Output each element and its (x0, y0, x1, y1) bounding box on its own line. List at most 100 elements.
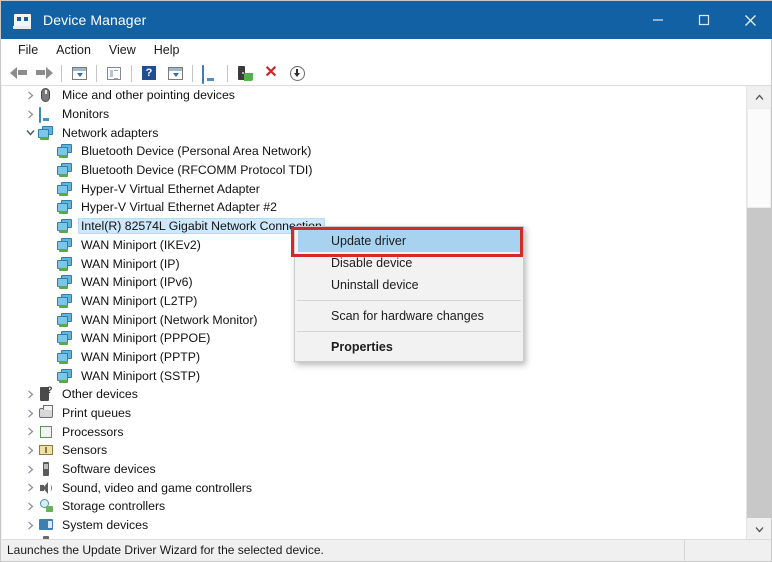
chevron-right-icon[interactable] (22, 498, 38, 514)
arrow-left-icon (9, 66, 27, 80)
chevron-down-icon[interactable] (22, 125, 38, 141)
tree-item[interactable]: Sensors (2, 441, 749, 460)
toolbar-separator (227, 64, 228, 82)
tree-item[interactable]: Hyper-V Virtual Ethernet Adapter #2 (2, 198, 749, 217)
tree-item-label: Network adapters (62, 125, 159, 140)
menu-action[interactable]: Action (47, 41, 100, 59)
menu-file[interactable]: File (9, 41, 47, 59)
uninstall-device-button[interactable]: ✕ (259, 62, 283, 84)
update-driver-icon (167, 66, 183, 80)
context-menu-item[interactable]: Disable device (295, 252, 523, 274)
network-adapter-icon (57, 218, 74, 234)
forward-button[interactable] (32, 62, 56, 84)
tree-item-label: Bluetooth Device (RFCOMM Protocol TDI) (81, 163, 313, 178)
scrollbar-thumb[interactable] (747, 108, 771, 208)
scan-for-hardware-changes-button[interactable] (198, 62, 222, 84)
tree-item-label: System devices (62, 518, 149, 533)
arrow-right-icon (35, 66, 53, 80)
chevron-right-icon[interactable] (22, 87, 38, 103)
printer-icon (38, 405, 55, 421)
network-adapter-icon (38, 125, 55, 141)
tree-item[interactable]: Mice and other pointing devices (2, 86, 749, 105)
chevron-right-icon[interactable] (22, 424, 38, 440)
toolbar-separator (96, 64, 97, 82)
tree-item-label: WAN Miniport (L2TP) (81, 293, 198, 308)
context-menu-item[interactable]: Update driver (298, 230, 520, 252)
enable-device-icon (237, 65, 253, 81)
console-tree-icon (71, 66, 87, 80)
network-adapter-icon (57, 143, 74, 159)
context-menu[interactable]: Update driver Disable device Uninstall dev… (294, 226, 524, 362)
sensor-icon (38, 442, 55, 458)
chevron-right-icon[interactable] (22, 442, 38, 458)
toolbar-separator (192, 64, 193, 82)
tree-item[interactable]: Hyper-V Virtual Ethernet Adapter (2, 179, 749, 198)
context-menu-item-label: Uninstall device (331, 278, 419, 292)
tree-item-label: Processors (62, 424, 124, 439)
tree-item[interactable]: Bluetooth Device (Personal Area Network) (2, 142, 749, 161)
tree-item[interactable]: Print queues (2, 404, 749, 423)
network-adapter-icon (57, 162, 74, 178)
tree-item[interactable]: ? Other devices (2, 385, 749, 404)
show-hide-console-tree-button[interactable] (67, 62, 91, 84)
update-driver-button[interactable] (163, 62, 187, 84)
properties-icon (107, 66, 121, 80)
minimize-icon[interactable] (635, 1, 681, 39)
menu-help[interactable]: Help (145, 41, 189, 59)
system-device-icon (38, 517, 55, 533)
enable-device-button[interactable] (233, 62, 257, 84)
context-menu-item[interactable]: Uninstall device (295, 274, 523, 296)
chevron-right-icon[interactable] (22, 517, 38, 533)
status-panel-secondary (685, 540, 771, 561)
storage-controller-icon (38, 498, 55, 514)
tree-item[interactable]: Software devices (2, 460, 749, 479)
chevron-right-icon[interactable] (22, 405, 38, 421)
tree-item-label: Other devices (62, 387, 138, 402)
maximize-icon[interactable] (681, 1, 727, 39)
tree-item[interactable]: Network adapters (2, 123, 749, 142)
back-button[interactable] (6, 62, 30, 84)
help-icon: ? (142, 66, 156, 80)
tree-item-label: Hyper-V Virtual Ethernet Adapter (81, 181, 260, 196)
tree-item-label: Sound, video and game controllers (62, 480, 253, 495)
scan-hardware-icon (201, 65, 219, 84)
network-adapter-icon (57, 330, 74, 346)
chevron-right-icon[interactable] (22, 386, 38, 402)
menu-view[interactable]: View (100, 41, 145, 59)
network-adapter-icon (57, 181, 74, 197)
context-menu-item-label: Properties (331, 340, 393, 354)
tree-item-label: Sensors (62, 443, 108, 458)
close-icon[interactable] (727, 1, 772, 39)
properties-button[interactable] (102, 62, 126, 84)
tree-item[interactable]: System devices (2, 516, 749, 535)
tree-item-label: Intel(R) 82574L Gigabit Network Connecti… (78, 218, 325, 235)
chevron-right-icon[interactable] (22, 480, 38, 496)
context-menu-item[interactable]: Properties (295, 336, 523, 358)
scrollbar-up-button[interactable] (747, 86, 771, 108)
tree-item[interactable]: Monitors (2, 105, 749, 124)
chevron-right-icon[interactable] (22, 461, 38, 477)
context-menu-item[interactable]: Scan for hardware changes (295, 305, 523, 327)
tree-item-label: WAN Miniport (IP) (81, 256, 180, 271)
chevron-right-icon[interactable] (22, 106, 38, 122)
tree-item[interactable]: WAN Miniport (SSTP) (2, 366, 749, 385)
monitor-icon (38, 106, 55, 124)
context-menu-item-label: Update driver (331, 234, 407, 248)
network-adapter-icon (57, 368, 74, 384)
tree-item[interactable]: Sound, video and game controllers (2, 478, 749, 497)
disable-device-button[interactable] (285, 62, 309, 84)
scrollbar-down-button[interactable] (747, 518, 771, 540)
toolbar-separator (131, 64, 132, 82)
tree-item[interactable]: Processors (2, 422, 749, 441)
scrollbar-track[interactable] (747, 108, 771, 518)
tree-item[interactable]: Storage controllers (2, 497, 749, 516)
help-button[interactable]: ? (137, 62, 161, 84)
window-title: Device Manager (43, 12, 147, 28)
tree-item-label: Monitors (62, 107, 110, 122)
vertical-scrollbar[interactable] (746, 86, 771, 540)
processor-icon (38, 424, 55, 440)
network-adapter-icon (57, 274, 74, 290)
device-manager-window: Device Manager File Action View Help ? ✕… (0, 0, 772, 562)
network-adapter-icon (57, 237, 74, 253)
tree-item[interactable]: Bluetooth Device (RFCOMM Protocol TDI) (2, 161, 749, 180)
